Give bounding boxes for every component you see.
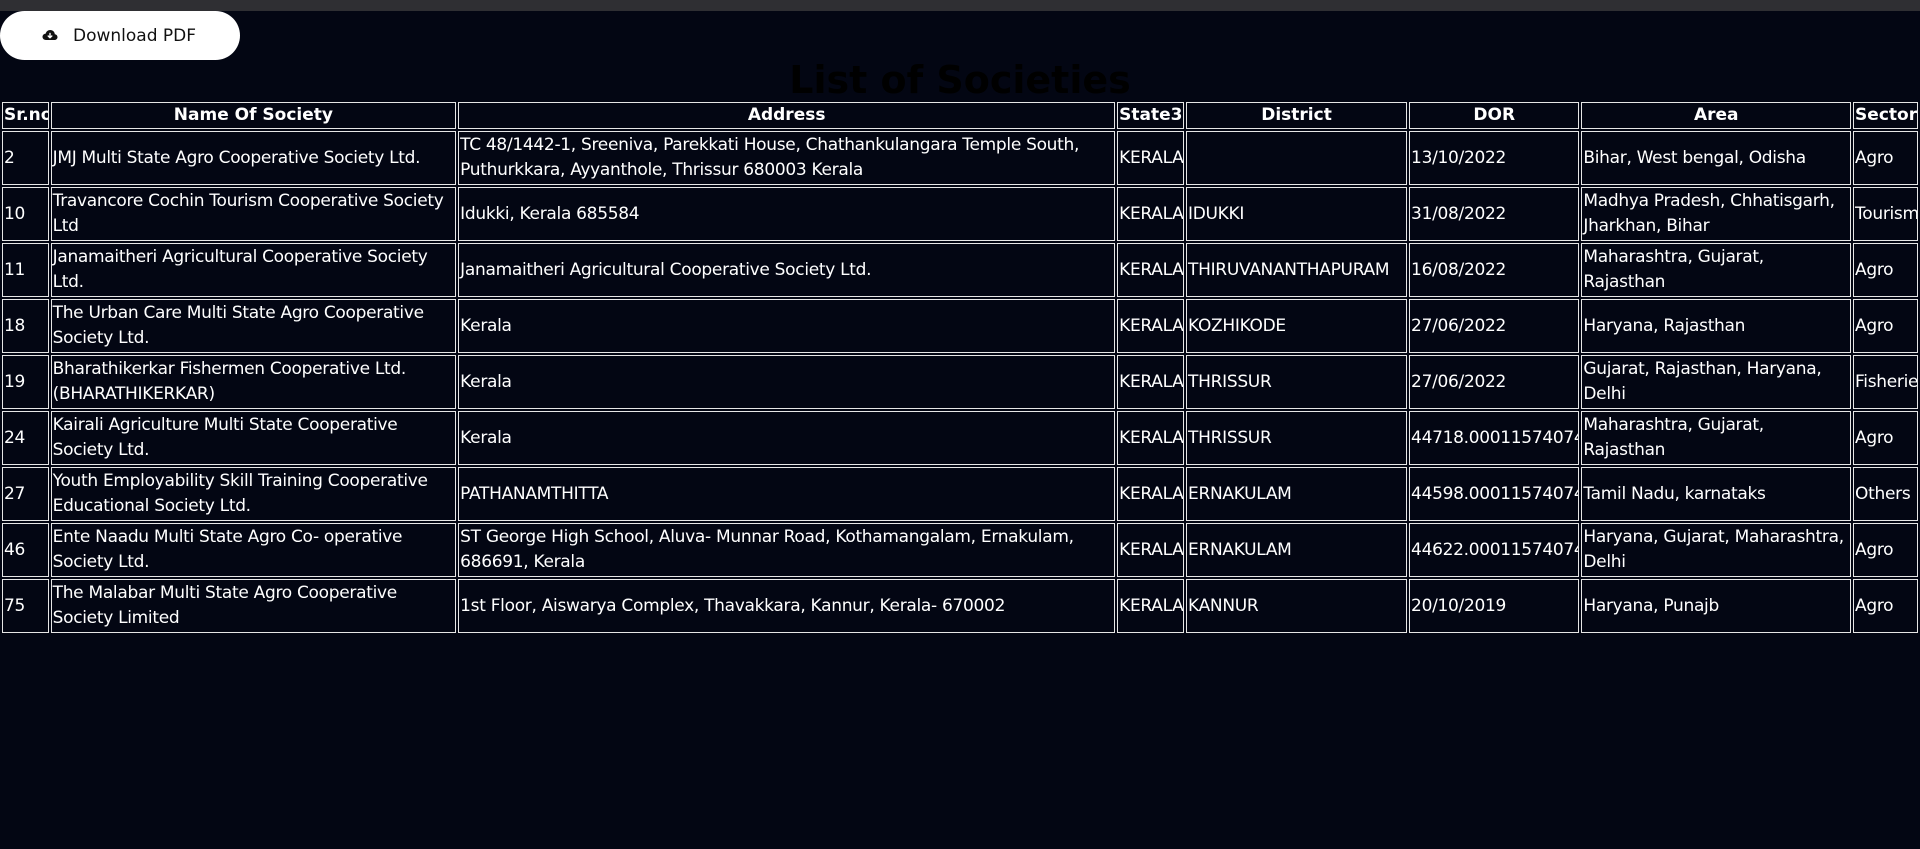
page-title: List of Societies [789,58,1131,102]
header-name-of-society: Name Of Society [50,102,457,129]
cell-name-of-society: Travancore Cochin Tourism Cooperative So… [50,187,457,241]
table-header-row: Sr.no Name Of Society Address State3 Dis… [2,102,1918,129]
table-row: 2 JMJ Multi State Agro Cooperative Socie… [2,131,1918,185]
cell-name-of-society: Kairali Agriculture Multi State Cooperat… [50,411,457,465]
cell-district: ERNAKULAM [1186,523,1408,577]
header-sector: Sector [1853,102,1918,129]
cell-sr-no: 11 [2,243,49,297]
cell-address: ST George High School, Aluva- Munnar Roa… [458,523,1116,577]
societies-table: Sr.no Name Of Society Address State3 Dis… [0,100,1920,635]
header-dor: DOR [1409,102,1580,129]
cell-district: THRISSUR [1186,355,1408,409]
cell-area: Haryana, Rajasthan [1581,299,1852,353]
cell-dor: 27/06/2022 [1409,355,1580,409]
cell-sector: Agro [1853,411,1918,465]
cell-address: Idukki, Kerala 685584 [458,187,1116,241]
cell-sr-no: 46 [2,523,49,577]
cell-area: Bihar, West bengal, Odisha [1581,131,1852,185]
cell-dor: 13/10/2022 [1409,131,1580,185]
cell-address: Kerala [458,299,1116,353]
cell-sr-no: 2 [2,131,49,185]
cell-area: Haryana, Gujarat, Maharashtra, Delhi [1581,523,1852,577]
cell-name-of-society: Janamaitheri Agricultural Cooperative So… [50,243,457,297]
cell-sector: Fisheries [1853,355,1918,409]
browser-top-bar [0,0,1920,11]
cell-state: KERALA [1117,523,1185,577]
header-area: Area [1581,102,1852,129]
cell-sector: Agro [1853,243,1918,297]
cell-sector: Others [1853,467,1918,521]
cell-address: Kerala [458,411,1116,465]
societies-table-container: Sr.no Name Of Society Address State3 Dis… [0,100,1920,635]
cell-name-of-society: JMJ Multi State Agro Cooperative Society… [50,131,457,185]
cell-district: THRISSUR [1186,411,1408,465]
header-address: Address [458,102,1116,129]
table-row: 10 Travancore Cochin Tourism Cooperative… [2,187,1918,241]
cell-state: KERALA [1117,411,1185,465]
cell-sector: Agro [1853,131,1918,185]
header-sr-no: Sr.no [2,102,49,129]
cell-dor: 27/06/2022 [1409,299,1580,353]
table-row: 46 Ente Naadu Multi State Agro Co- opera… [2,523,1918,577]
cell-dor: 44598.00011574074 [1409,467,1580,521]
table-row: 27 Youth Employability Skill Training Co… [2,467,1918,521]
cell-state: KERALA [1117,299,1185,353]
cell-address: Kerala [458,355,1116,409]
cell-sr-no: 75 [2,579,49,633]
cell-dor: 16/08/2022 [1409,243,1580,297]
cell-dor: 20/10/2019 [1409,579,1580,633]
cell-name-of-society: The Urban Care Multi State Agro Cooperat… [50,299,457,353]
cell-district [1186,131,1408,185]
cell-name-of-society: The Malabar Multi State Agro Cooperative… [50,579,457,633]
cell-sr-no: 27 [2,467,49,521]
cell-name-of-society: Ente Naadu Multi State Agro Co- operativ… [50,523,457,577]
cell-district: ERNAKULAM [1186,467,1408,521]
cell-sector: Agro [1853,579,1918,633]
table-row: 18 The Urban Care Multi State Agro Coope… [2,299,1918,353]
cell-area: Maharashtra, Gujarat, Rajasthan [1581,411,1852,465]
cell-dor: 31/08/2022 [1409,187,1580,241]
cell-name-of-society: Bharathikerkar Fishermen Cooperative Ltd… [50,355,457,409]
cell-state: KERALA [1117,467,1185,521]
cell-state: KERALA [1117,355,1185,409]
cell-sector: Tourism [1853,187,1918,241]
header-state: State3 [1117,102,1185,129]
cell-dor: 44622.00011574074 [1409,523,1580,577]
cell-address: TC 48/1442-1, Sreeniva, Parekkati House,… [458,131,1116,185]
cell-address: PATHANAMTHITTA [458,467,1116,521]
cell-sector: Agro [1853,523,1918,577]
cell-state: KERALA [1117,187,1185,241]
cell-district: KANNUR [1186,579,1408,633]
cell-name-of-society: Youth Employability Skill Training Coope… [50,467,457,521]
download-pdf-button[interactable]: Download PDF [0,11,240,60]
cell-address: 1st Floor, Aiswarya Complex, Thavakkara,… [458,579,1116,633]
cell-sector: Agro [1853,299,1918,353]
cell-area: Tamil Nadu, karnataks [1581,467,1852,521]
cell-area: Maharashtra, Gujarat, Rajasthan [1581,243,1852,297]
cell-state: KERALA [1117,243,1185,297]
cell-district: THIRUVANANTHAPURAM [1186,243,1408,297]
cell-district: KOZHIKODE [1186,299,1408,353]
cell-district: IDUKKI [1186,187,1408,241]
cell-state: KERALA [1117,579,1185,633]
cell-sr-no: 10 [2,187,49,241]
cell-sr-no: 19 [2,355,49,409]
header-district: District [1186,102,1408,129]
cell-sr-no: 18 [2,299,49,353]
cell-area: Madhya Pradesh, Chhatisgarh, Jharkhan, B… [1581,187,1852,241]
cell-address: Janamaitheri Agricultural Cooperative So… [458,243,1116,297]
cell-sr-no: 24 [2,411,49,465]
cloud-download-icon [42,29,58,43]
cell-area: Haryana, Punajb [1581,579,1852,633]
table-row: 19 Bharathikerkar Fishermen Cooperative … [2,355,1918,409]
cell-dor: 44718.00011574074 [1409,411,1580,465]
download-pdf-label: Download PDF [73,25,197,46]
table-row: 11 Janamaitheri Agricultural Cooperative… [2,243,1918,297]
table-row: 75 The Malabar Multi State Agro Cooperat… [2,579,1918,633]
cell-area: Gujarat, Rajasthan, Haryana, Delhi [1581,355,1852,409]
table-row: 24 Kairali Agriculture Multi State Coope… [2,411,1918,465]
cell-state: KERALA [1117,131,1185,185]
